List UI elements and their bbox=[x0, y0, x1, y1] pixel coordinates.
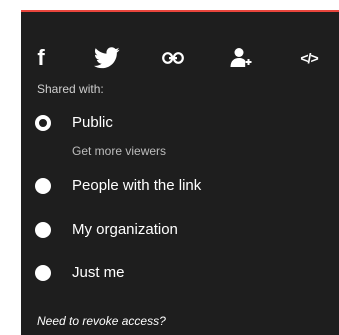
revoke-access-link[interactable]: Need to revoke access? bbox=[37, 314, 166, 328]
link-icon bbox=[162, 52, 184, 64]
just-me-radio[interactable] bbox=[35, 265, 51, 281]
option-just-me-label: Just me bbox=[72, 264, 125, 281]
option-public-label: Public bbox=[72, 114, 113, 131]
embed-code-icon: </> bbox=[300, 50, 318, 66]
twitter-icon bbox=[94, 47, 120, 69]
share-panel: f </> Shared with: Public Get more viewe… bbox=[21, 10, 339, 335]
share-buttons-row: f </> bbox=[21, 38, 339, 78]
accent-strip bbox=[21, 10, 339, 12]
my-organization-radio[interactable] bbox=[35, 222, 51, 238]
option-people-with-link[interactable]: People with the link bbox=[35, 175, 335, 203]
option-public-sublabel: Get more viewers bbox=[72, 144, 167, 158]
add-user-icon bbox=[230, 48, 252, 67]
option-public[interactable]: Public bbox=[35, 112, 335, 140]
people-with-link-radio[interactable] bbox=[35, 178, 51, 194]
copy-link-button[interactable] bbox=[153, 38, 193, 78]
option-people-with-link-label: People with the link bbox=[72, 177, 202, 194]
facebook-icon: f bbox=[37, 45, 45, 70]
twitter-share-button[interactable] bbox=[87, 38, 127, 78]
facebook-share-button[interactable]: f bbox=[21, 38, 61, 78]
option-my-organization[interactable]: My organization bbox=[35, 219, 335, 247]
option-just-me[interactable]: Just me bbox=[35, 262, 335, 290]
shared-with-heading: Shared with: bbox=[37, 82, 104, 96]
public-radio[interactable] bbox=[35, 115, 51, 131]
embed-button[interactable]: </> bbox=[289, 38, 329, 78]
option-my-organization-label: My organization bbox=[72, 221, 178, 238]
invite-people-button[interactable] bbox=[221, 38, 261, 78]
